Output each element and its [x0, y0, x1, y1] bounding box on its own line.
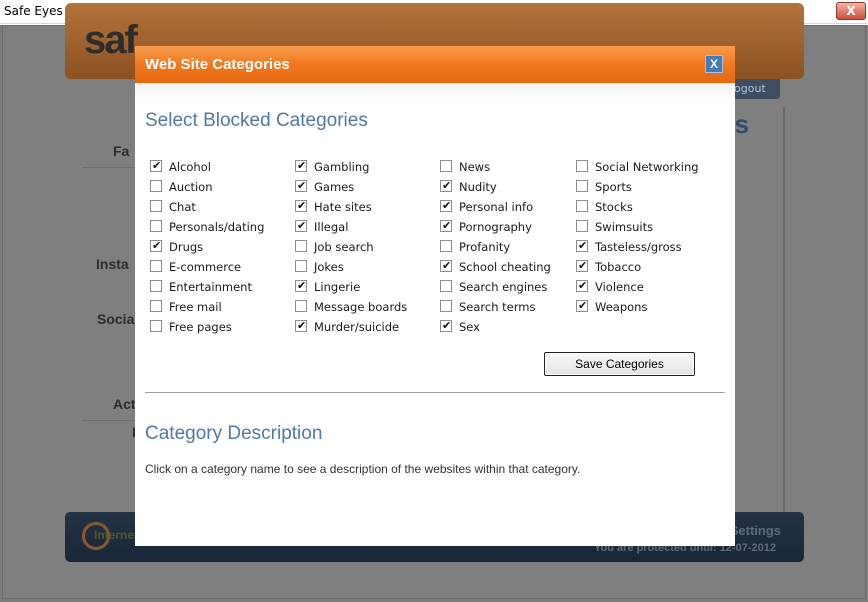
category-checkbox[interactable] — [150, 260, 162, 272]
sidebar-divider — [82, 420, 136, 421]
category-checkbox[interactable] — [150, 239, 162, 253]
category-checkbox[interactable] — [576, 160, 588, 172]
category-label[interactable]: Nudity — [459, 180, 497, 194]
category-checkbox[interactable] — [295, 279, 307, 293]
category-label[interactable]: Murder/suicide — [314, 320, 399, 334]
category-label[interactable]: Entertainment — [169, 280, 252, 294]
category-label[interactable]: Swimsuits — [595, 220, 653, 234]
category-label[interactable]: Violence — [595, 280, 644, 294]
category-label[interactable]: Job search — [314, 240, 374, 254]
category-label[interactable]: Pornography — [459, 220, 532, 234]
category-checkbox[interactable] — [150, 320, 162, 332]
category-label[interactable]: Free mail — [169, 300, 222, 314]
category-label[interactable]: Auction — [169, 180, 213, 194]
category-label[interactable]: Gambling — [314, 160, 369, 174]
category-label[interactable]: Illegal — [314, 220, 348, 234]
category-checkbox[interactable] — [150, 180, 162, 192]
background-divider — [783, 107, 785, 531]
category-label[interactable]: Personal info — [459, 200, 533, 214]
category-label[interactable]: Tobacco — [595, 260, 641, 274]
category-label[interactable]: News — [459, 160, 490, 174]
section-divider — [145, 392, 725, 393]
category-label[interactable]: Sex — [459, 320, 480, 334]
category-checkbox[interactable] — [150, 300, 162, 312]
category-checkbox[interactable] — [576, 220, 588, 232]
category-label[interactable]: Tasteless/gross — [595, 240, 682, 254]
web-site-categories-dialog: Web Site Categories X Select Blocked Cat… — [135, 46, 735, 546]
category-label[interactable]: Sports — [595, 180, 632, 194]
category-checkbox[interactable] — [440, 280, 452, 292]
category-label[interactable]: Social Networking — [595, 160, 699, 174]
save-categories-button[interactable]: Save Categories — [544, 352, 695, 376]
window-close-button[interactable]: X — [836, 2, 866, 20]
category-label[interactable]: Games — [314, 180, 354, 194]
category-checkbox[interactable] — [576, 239, 588, 253]
category-label[interactable]: Free pages — [169, 320, 232, 334]
category-checkbox[interactable] — [295, 199, 307, 213]
category-checkbox[interactable] — [295, 300, 307, 312]
sidebar-label-family: Fa — [113, 143, 130, 159]
dialog-title: Web Site Categories — [145, 56, 290, 73]
sidebar-label-activity: Act — [113, 396, 136, 412]
category-checkbox[interactable] — [576, 180, 588, 192]
category-label[interactable]: Personals/dating — [169, 220, 264, 234]
category-label[interactable]: Drugs — [169, 240, 203, 254]
category-checkbox[interactable] — [295, 219, 307, 233]
category-checkbox[interactable] — [440, 300, 452, 312]
logout-label: ogout — [734, 82, 766, 95]
sidebar-label-social: Socia — [97, 311, 135, 327]
select-blocked-categories-heading: Select Blocked Categories — [145, 110, 368, 131]
category-checkbox[interactable] — [150, 220, 162, 232]
category-checkbox[interactable] — [295, 159, 307, 173]
category-label[interactable]: Weapons — [595, 300, 647, 314]
category-label[interactable]: Chat — [169, 200, 196, 214]
category-checkbox[interactable] — [440, 240, 452, 252]
dialog-close-button[interactable]: X — [705, 55, 723, 73]
category-checkbox[interactable] — [576, 279, 588, 293]
category-description-text: Click on a category name to see a descri… — [145, 462, 581, 476]
category-description-heading: Category Description — [145, 423, 323, 444]
category-label[interactable]: Search terms — [459, 300, 535, 314]
sidebar-label-instant: Insta — [96, 256, 129, 272]
category-label[interactable]: Hate sites — [314, 200, 372, 214]
dialog-header: Web Site Categories X — [135, 46, 735, 83]
category-label[interactable]: Search engines — [459, 280, 547, 294]
category-checkbox[interactable] — [440, 259, 452, 273]
category-label[interactable]: Jokes — [314, 260, 344, 274]
category-checkbox[interactable] — [295, 319, 307, 333]
category-label[interactable]: Lingerie — [314, 280, 360, 294]
sidebar-divider — [82, 167, 136, 168]
category-checkbox[interactable] — [440, 160, 452, 172]
category-label[interactable]: Message boards — [314, 300, 407, 314]
category-label[interactable]: Profanity — [459, 240, 510, 254]
category-checkbox[interactable] — [150, 159, 162, 173]
category-checkbox[interactable] — [576, 299, 588, 313]
category-checkbox[interactable] — [150, 200, 162, 212]
category-checkbox[interactable] — [576, 259, 588, 273]
category-checkbox[interactable] — [295, 260, 307, 272]
app-logo: saf — [84, 18, 138, 62]
category-label[interactable]: School cheating — [459, 260, 551, 274]
category-checkbox[interactable] — [440, 219, 452, 233]
category-checkbox[interactable] — [576, 200, 588, 212]
category-label[interactable]: Stocks — [595, 200, 633, 214]
category-checkbox[interactable] — [440, 179, 452, 193]
category-label[interactable]: E-commerce — [169, 260, 241, 274]
category-checkbox[interactable] — [440, 319, 452, 333]
category-label[interactable]: Alcohol — [169, 160, 211, 174]
dialog-header-shadow — [135, 83, 735, 101]
category-checkbox[interactable] — [440, 199, 452, 213]
category-checkbox[interactable] — [295, 179, 307, 193]
category-checkbox[interactable] — [295, 240, 307, 252]
category-checkbox[interactable] — [150, 280, 162, 292]
